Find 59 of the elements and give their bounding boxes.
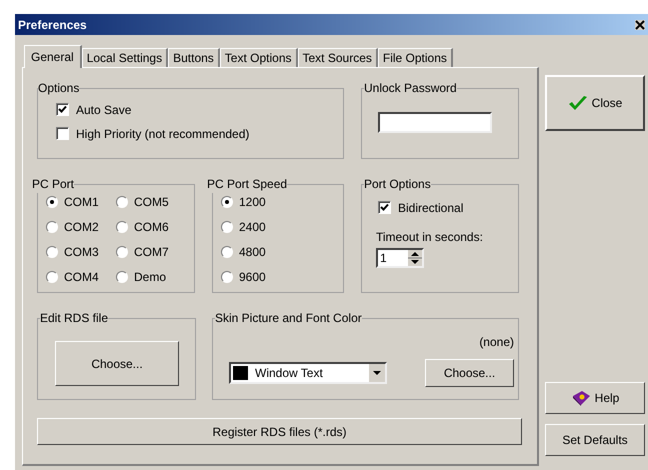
radio-button[interactable] <box>116 246 128 258</box>
radio-label: 4800 <box>239 244 266 260</box>
radio-label: Demo <box>134 268 166 286</box>
font-color-dropdown[interactable]: Window Text <box>229 362 387 384</box>
group-title: Skin Picture and Font Color <box>215 310 362 327</box>
group-title: Unlock Password <box>364 80 457 97</box>
group-title: Options <box>38 80 80 97</box>
radio-label: 2400 <box>239 218 266 236</box>
group-title: Edit RDS file <box>40 310 108 327</box>
side-button[interactable]: Help <box>545 382 645 414</box>
tab[interactable]: Text Sources <box>298 48 378 67</box>
radio-label: 9600 <box>239 268 266 286</box>
register-button[interactable]: Register RDS files (*.rds) <box>37 418 522 445</box>
radio-button[interactable] <box>221 270 233 282</box>
radio-label: 1200 <box>239 194 266 210</box>
radio-button[interactable] <box>221 220 233 232</box>
checkbox[interactable] <box>56 103 69 116</box>
checkbox-label: Bidirectional <box>398 200 464 216</box>
book-icon <box>570 390 591 406</box>
side-button[interactable]: Set Defaults <box>545 424 645 456</box>
side-button[interactable]: Close <box>545 75 645 131</box>
tab[interactable]: General <box>24 45 82 68</box>
checkbox[interactable] <box>378 201 391 214</box>
radio-button[interactable] <box>221 196 233 208</box>
radio-button[interactable] <box>221 246 233 258</box>
choose-button[interactable]: Choose... <box>55 341 179 386</box>
radio-button[interactable] <box>116 196 128 208</box>
group-title: Port Options <box>364 176 431 193</box>
choose-button[interactable]: Choose... <box>425 359 514 387</box>
radio-label: COM3 <box>64 244 99 260</box>
window-title: Preferences <box>18 16 87 34</box>
checkbox-label: High Priority (not recommended) <box>76 126 250 142</box>
radio-label: COM1 <box>64 194 99 210</box>
radio-label: COM5 <box>134 194 169 210</box>
check-icon <box>568 95 588 111</box>
radio-label: COM7 <box>134 244 169 260</box>
radio-button[interactable] <box>46 196 58 208</box>
checkbox[interactable] <box>56 127 69 140</box>
group-title: PC Port <box>32 176 74 193</box>
radio-button[interactable] <box>116 220 128 232</box>
radio-button[interactable] <box>46 220 58 232</box>
radio-button[interactable] <box>46 246 58 258</box>
group-title: PC Port Speed <box>207 176 288 193</box>
skin-picture-name: (none) <box>479 334 514 351</box>
tab[interactable]: Text Options <box>220 48 298 67</box>
spinner-arrows-icon[interactable] <box>408 250 422 266</box>
radio-label: COM2 <box>64 218 99 236</box>
radio-label: COM4 <box>64 268 99 286</box>
radio-label: COM6 <box>134 218 169 236</box>
timeout-label: Timeout in seconds: <box>376 229 484 246</box>
radio-button[interactable] <box>46 270 58 282</box>
tab[interactable]: Local Settings <box>82 48 168 67</box>
close-icon[interactable] <box>635 20 645 30</box>
radio-button[interactable] <box>116 270 128 282</box>
checkbox-label: Auto Save <box>76 102 132 118</box>
tab[interactable]: File Options <box>378 48 453 67</box>
tab[interactable]: Buttons <box>168 48 220 67</box>
timeout-spinner[interactable]: 1 <box>376 248 424 268</box>
password-field[interactable] <box>378 112 492 133</box>
